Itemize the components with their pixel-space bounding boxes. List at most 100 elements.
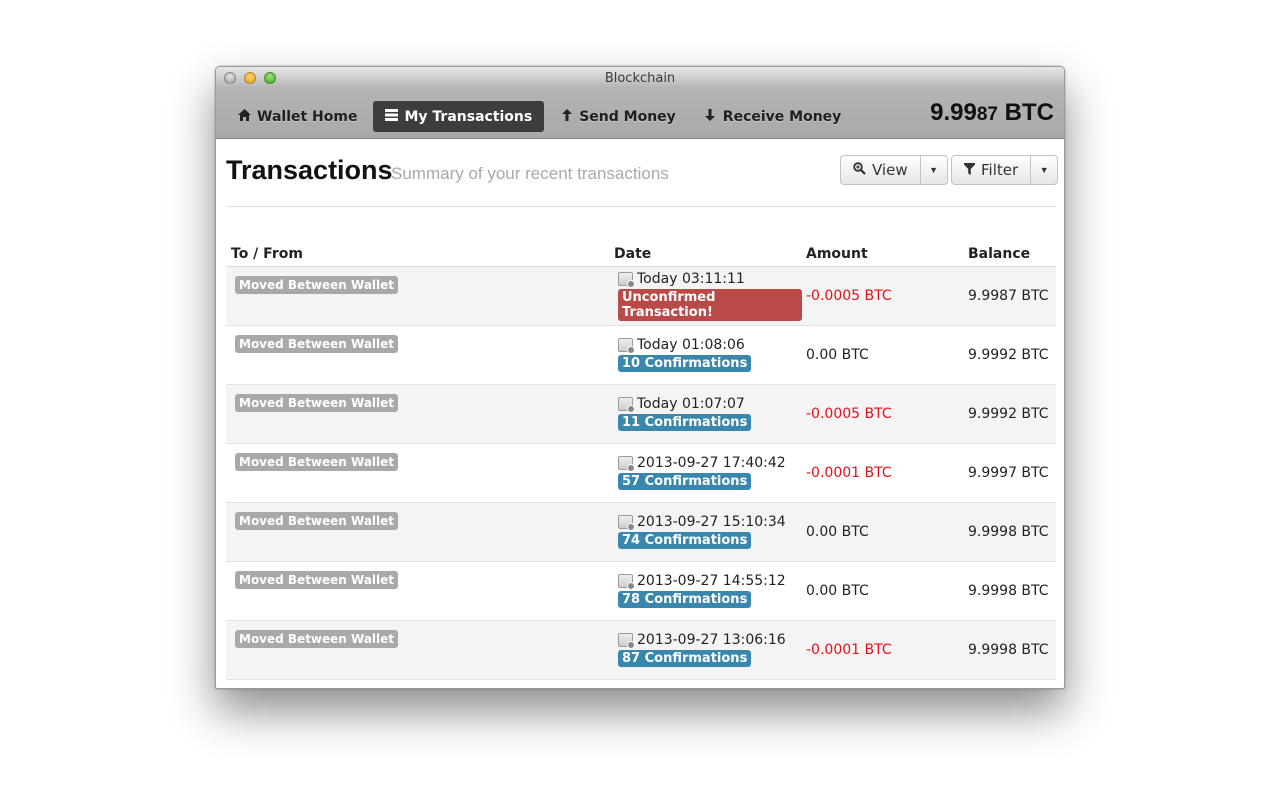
wallet-label[interactable]: Moved Between Wallet [235,512,399,530]
transaction-amount: -0.0001 BTC [806,464,892,481]
filter-dropdown-toggle[interactable]: ▼ [1031,156,1057,184]
transaction-icon [618,633,635,649]
transaction-icon [618,397,635,413]
nav-my-transactions[interactable]: My Transactions [373,101,545,132]
to-from-cell: Moved Between Wallet [226,384,614,444]
date-line: 2013-09-27 15:10:34 [618,514,802,531]
confirmation-badge: 78 Confirmations [618,591,752,608]
wallet-label[interactable]: Moved Between Wallet [235,276,399,294]
balance-unit: BTC [1004,99,1054,126]
transaction-amount: 0.00 BTC [806,582,869,599]
date-line: 2013-09-27 14:55:12 [618,573,802,590]
transaction-balance: 9.9998 BTC [968,582,1049,599]
column-header-amount[interactable]: Amount [802,239,964,267]
confirmation-badge: 74 Confirmations [618,532,752,549]
transaction-amount: 0.00 BTC [806,346,869,363]
filter-button[interactable]: Filter [952,156,1032,184]
date-line: 2013-09-27 17:40:42 [618,455,802,472]
arrow-down-icon [704,108,717,125]
date-line: Today 03:11:11 [618,270,802,288]
date-cell: Today 01:07:07 11 Confirmations [614,384,802,444]
balance-cell: 9.9998 BTC [964,620,1056,680]
amount-cell: 0.00 BTC [802,561,964,621]
transaction-icon [618,515,635,531]
transaction-date: 2013-09-27 13:06:16 [637,632,786,648]
to-from-cell: Moved Between Wallet [226,502,614,562]
date-line: 2013-09-27 13:06:16 [618,632,802,649]
transaction-balance: 9.9992 BTC [968,346,1049,363]
transaction-date: 2013-09-27 14:55:12 [637,573,786,589]
to-from-cell: Moved Between Wallet [226,266,614,326]
wallet-label[interactable]: Moved Between Wallet [235,394,399,412]
amount-cell: -0.0001 BTC [802,620,964,680]
transaction-date: Today 03:11:11 [637,270,745,287]
table-row[interactable]: Moved Between Wallet 2013-09-27 15:10:34… [226,502,1056,562]
balance-cell: 9.9998 BTC [964,561,1056,621]
window-title: Blockchain [604,71,676,86]
table-row[interactable]: Moved Between Wallet 2013-09-27 14:55:12… [226,561,1056,621]
transaction-icon [618,271,635,288]
transaction-icon [618,456,635,472]
transactions-body: Moved Between Wallet Today 03:11:11 Unco… [226,266,1056,680]
wallet-balance: 9.9987 BTC [930,99,1054,127]
arrow-up-icon [560,108,573,125]
confirmation-badge: 11 Confirmations [618,414,752,431]
date-line: Today 01:08:06 [618,337,802,354]
column-header-date[interactable]: Date [614,239,802,267]
transaction-balance: 9.9997 BTC [968,464,1049,481]
transaction-date: 2013-09-27 17:40:42 [637,455,786,471]
transaction-amount: 0.00 BTC [806,523,869,540]
wallet-label[interactable]: Moved Between Wallet [235,630,399,648]
view-button-group: View ▼ [840,155,948,185]
nav-label: Send Money [579,108,676,125]
balance-cell: 9.9987 BTC [964,266,1056,326]
nav-label: Receive Money [722,108,842,125]
caret-down-icon: ▼ [929,165,939,175]
transaction-balance: 9.9998 BTC [968,523,1049,540]
home-icon [238,108,251,125]
page-subtitle: Summary of your recent transactions [391,164,669,183]
confirmation-badge: 87 Confirmations [618,650,752,667]
list-icon [385,108,399,125]
wallet-label[interactable]: Moved Between Wallet [235,571,399,589]
balance-small: 87 [976,104,998,125]
nav-receive-money[interactable]: Receive Money [692,101,854,132]
to-from-cell: Moved Between Wallet [226,561,614,621]
filter-button-group: Filter ▼ [951,155,1059,185]
table-row[interactable]: Moved Between Wallet 2013-09-27 13:06:16… [226,620,1056,680]
to-from-cell: Moved Between Wallet [226,443,614,503]
filter-button-label: Filter [981,161,1019,179]
column-header-to-from[interactable]: To / From [226,239,614,267]
page-title: Transactions [226,155,393,185]
view-button-label: View [872,161,908,179]
table-row[interactable]: Moved Between Wallet Today 01:08:06 10 C… [226,325,1056,385]
transaction-amount: -0.0005 BTC [806,405,892,422]
balance-cell: 9.9992 BTC [964,384,1056,444]
table-row[interactable]: Moved Between Wallet 2013-09-27 17:40:42… [226,443,1056,503]
column-header-balance[interactable]: Balance [964,239,1056,267]
nav-wallet-home[interactable]: Wallet Home [226,101,369,132]
filter-icon [964,161,975,179]
date-cell: 2013-09-27 17:40:42 57 Confirmations [614,443,802,503]
transaction-date: 2013-09-27 15:10:34 [637,514,786,530]
date-cell: 2013-09-27 14:55:12 78 Confirmations [614,561,802,621]
table-header-row: To / From Date Amount Balance [226,239,1056,267]
confirmation-badge: 57 Confirmations [618,473,752,490]
date-line: Today 01:07:07 [618,396,802,413]
title-bar: Blockchain Wallet Home My Transactions S… [216,67,1064,139]
wallet-label[interactable]: Moved Between Wallet [235,335,399,353]
date-cell: Today 01:08:06 10 Confirmations [614,325,802,385]
transaction-amount: -0.0005 BTC [806,287,892,304]
wallet-label[interactable]: Moved Between Wallet [235,453,399,471]
nav-send-money[interactable]: Send Money [548,101,688,132]
transaction-date: Today 01:07:07 [637,396,745,412]
table-row[interactable]: Moved Between Wallet Today 01:07:07 11 C… [226,384,1056,444]
balance-cell: 9.9997 BTC [964,443,1056,503]
caret-down-icon: ▼ [1039,165,1049,175]
view-dropdown-toggle[interactable]: ▼ [921,156,947,184]
balance-main: 9.99 [930,99,977,126]
view-button[interactable]: View [841,156,921,184]
transaction-balance: 9.9987 BTC [968,287,1049,304]
nav-label: My Transactions [404,108,533,125]
table-row[interactable]: Moved Between Wallet Today 03:11:11 Unco… [226,266,1056,326]
